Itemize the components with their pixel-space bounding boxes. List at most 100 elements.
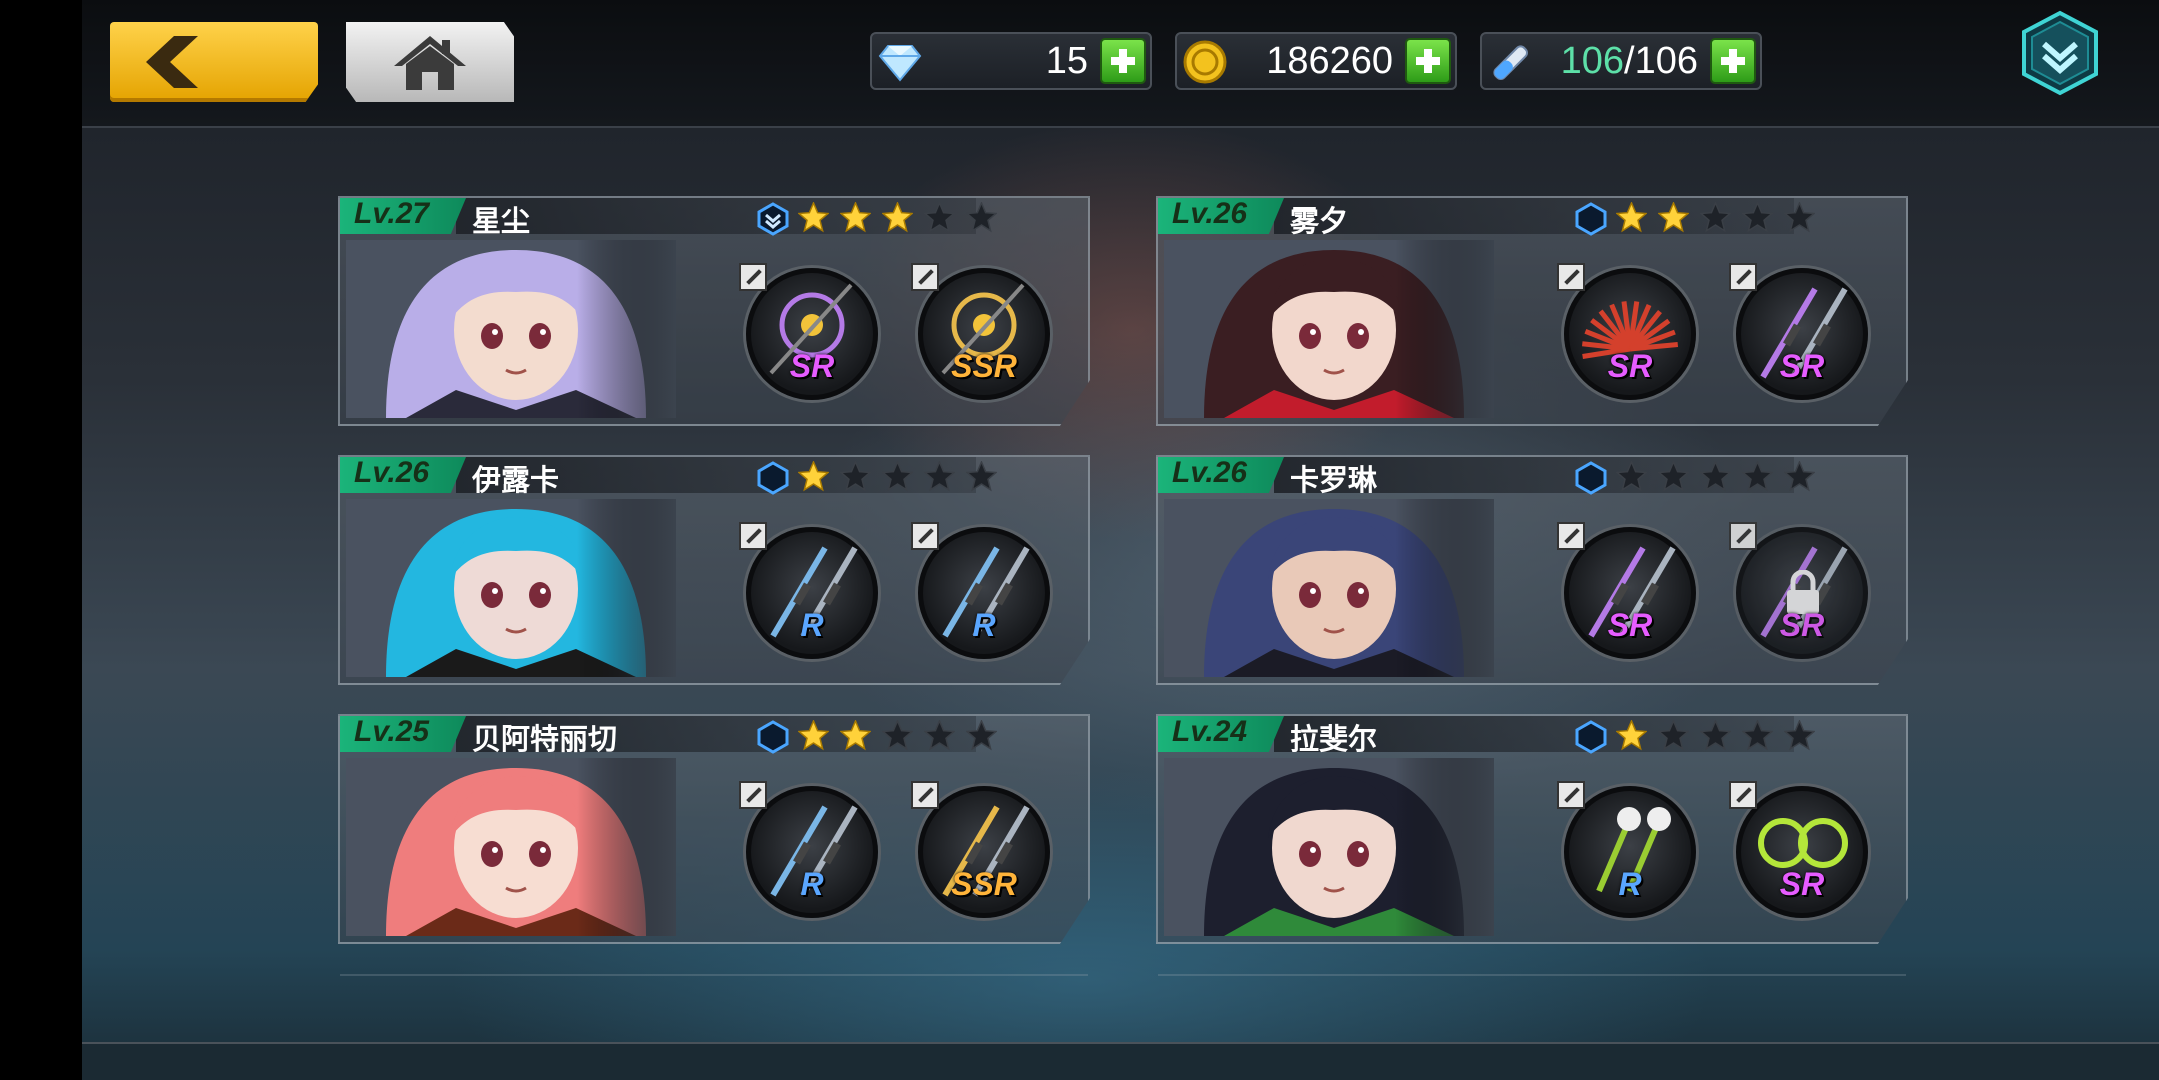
character-card[interactable]: Lv.27 星尘 SR SSR <box>338 196 1090 426</box>
rank-hex-icon <box>756 720 790 758</box>
bottom-strip <box>82 1044 2159 1080</box>
level-label: Lv.26 <box>1172 197 1248 230</box>
diamond-counter: 15 <box>870 32 1152 90</box>
star-empty-icon <box>1742 202 1773 233</box>
character-portrait <box>346 240 676 418</box>
gold-coin-icon <box>1183 40 1227 84</box>
edit-weapon-icon[interactable] <box>911 263 939 291</box>
star-empty-icon <box>924 202 955 233</box>
weapon-slot[interactable]: R <box>1557 781 1696 918</box>
character-card[interactable]: Lv.26 卡罗琳 SR SR <box>1156 455 1908 685</box>
edit-weapon-icon[interactable] <box>739 263 767 291</box>
weapon-rarity: SR <box>1607 348 1653 384</box>
edit-weapon-icon[interactable] <box>911 781 939 809</box>
home-icon <box>394 36 466 90</box>
star-empty-icon <box>1784 461 1815 492</box>
weapon-slot[interactable]: SR <box>1557 263 1696 400</box>
gold-value: 186260 <box>1266 40 1393 82</box>
weapon-rarity: R <box>800 607 824 643</box>
edit-weapon-icon[interactable] <box>1729 263 1757 291</box>
weapon-slot[interactable]: SR <box>1729 781 1868 918</box>
diamond-value: 15 <box>1045 40 1088 82</box>
character-name: 伊露卡 <box>472 463 560 497</box>
weapon-slot[interactable]: SSR <box>911 781 1050 918</box>
star-empty-icon <box>966 720 997 751</box>
star-filled-icon <box>798 461 829 492</box>
weapon-slot[interactable]: SR <box>1729 522 1868 659</box>
star-rating <box>798 202 997 233</box>
edit-weapon-icon[interactable] <box>1729 522 1757 550</box>
rank-hex-icon <box>1574 720 1608 758</box>
weapon-slot[interactable]: R <box>739 781 878 918</box>
star-filled-icon <box>798 720 829 751</box>
character-card[interactable]: Lv.24 拉斐尔 R SR <box>1156 714 1908 944</box>
edit-weapon-icon[interactable] <box>739 781 767 809</box>
star-rating <box>798 720 997 751</box>
character-name: 雾夕 <box>1290 204 1349 238</box>
weapon-slot[interactable]: R <box>739 522 878 659</box>
star-empty-icon <box>1784 202 1815 233</box>
edit-weapon-icon[interactable] <box>1557 263 1585 291</box>
weapon-rarity: R <box>972 607 996 643</box>
level-label: Lv.24 <box>1172 715 1248 748</box>
weapon-rarity: SR <box>1779 607 1825 643</box>
star-empty-icon <box>1742 461 1773 492</box>
left-edge <box>0 0 82 1080</box>
level-label: Lv.26 <box>354 456 430 489</box>
back-arrow-icon <box>146 36 198 88</box>
star-rating <box>1616 202 1815 233</box>
character-card[interactable]: Lv.26 雾夕 SR SR <box>1156 196 1908 426</box>
edit-weapon-icon[interactable] <box>739 522 767 550</box>
character-portrait <box>1164 499 1494 677</box>
character-card[interactable]: Lv.26 伊露卡 R R <box>338 455 1090 685</box>
edit-weapon-icon[interactable] <box>1557 781 1585 809</box>
character-portrait <box>346 499 676 677</box>
edit-weapon-icon[interactable] <box>1557 522 1585 550</box>
star-filled-icon <box>840 720 871 751</box>
weapon-rarity: R <box>1618 866 1642 902</box>
star-empty-icon <box>1658 461 1689 492</box>
star-empty-icon <box>882 720 913 751</box>
star-empty-icon <box>1784 720 1815 751</box>
edit-weapon-icon[interactable] <box>1729 781 1757 809</box>
level-label: Lv.26 <box>1172 456 1248 489</box>
star-empty-icon <box>1616 461 1647 492</box>
character-name: 星尘 <box>472 204 531 238</box>
weapon-slot[interactable]: SSR <box>911 263 1050 400</box>
star-empty-icon <box>1742 720 1773 751</box>
star-rating <box>1616 461 1815 492</box>
star-empty-icon <box>1700 720 1731 751</box>
star-empty-icon <box>1658 720 1689 751</box>
weapon-rarity: SR <box>1779 348 1825 384</box>
star-empty-icon <box>840 461 871 492</box>
weapon-slot[interactable]: R <box>911 522 1050 659</box>
edit-weapon-icon[interactable] <box>911 522 939 550</box>
level-label: Lv.27 <box>354 197 430 230</box>
character-portrait <box>1164 240 1494 418</box>
star-filled-icon <box>840 202 871 233</box>
star-empty-icon <box>966 461 997 492</box>
character-portrait <box>346 758 676 936</box>
add-gold-button[interactable] <box>1405 38 1451 84</box>
home-button[interactable] <box>346 22 514 102</box>
stamina-current: 106 <box>1560 40 1625 82</box>
weapon-slot[interactable]: SR <box>739 263 878 400</box>
stamina-vial-icon <box>1488 40 1532 84</box>
stamina-counter: 106/106 <box>1480 32 1762 90</box>
add-stamina-button[interactable] <box>1710 38 1756 84</box>
menu-expand-icon[interactable] <box>2020 10 2100 96</box>
add-diamond-button[interactable] <box>1100 38 1146 84</box>
weapon-rarity: R <box>800 866 824 902</box>
character-portrait <box>1164 758 1494 936</box>
list-divider-right <box>1158 974 1906 976</box>
back-button[interactable] <box>110 22 318 102</box>
weapon-slot[interactable]: SR <box>1729 263 1868 400</box>
diamond-icon <box>878 40 922 84</box>
weapon-slot[interactable]: SR <box>1557 522 1696 659</box>
star-filled-icon <box>1616 202 1647 233</box>
character-name: 卡罗琳 <box>1290 463 1378 497</box>
character-name: 拉斐尔 <box>1290 722 1378 756</box>
rank-hex-icon <box>1574 461 1608 499</box>
list-divider-left <box>340 974 1088 976</box>
character-card[interactable]: Lv.25 贝阿特丽切 R SSR <box>338 714 1090 944</box>
